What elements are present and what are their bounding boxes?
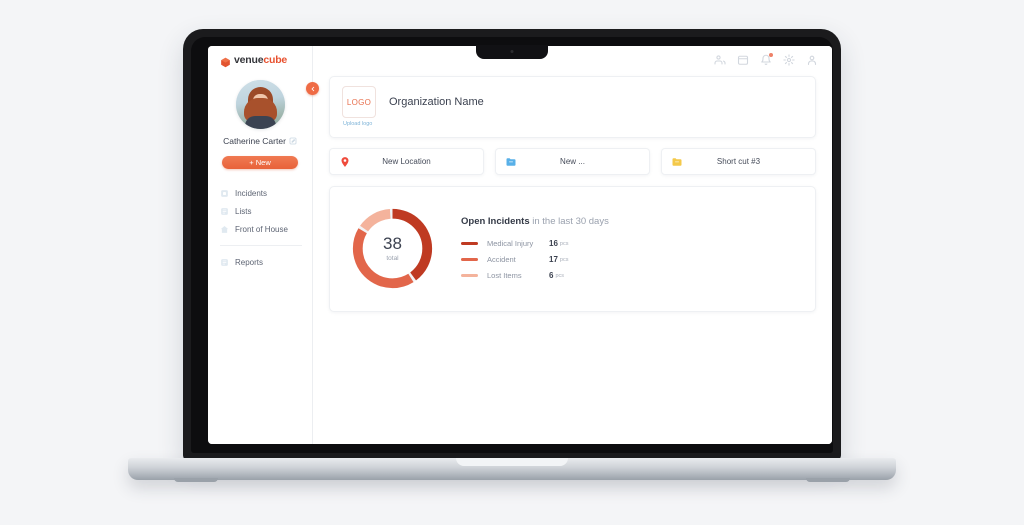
legend-label: Medical Injury: [487, 239, 534, 248]
sidebar-item-lists[interactable]: Lists: [220, 202, 312, 220]
user-name-row: Catherine Carter: [223, 136, 297, 146]
shortcut-label: New Location: [382, 157, 431, 166]
legend-label: Lost Items: [487, 271, 522, 280]
incidents-donut-chart: 38 total: [348, 204, 437, 293]
main-content: LOGO Upload logo Organization Name New L…: [313, 46, 832, 444]
donut-total-caption: total: [386, 255, 399, 262]
legend-row: Lost Items 6 pcs: [461, 268, 797, 284]
open-incidents-card: 38 total Open Incidents in the last 30 d…: [329, 186, 816, 312]
avatar[interactable]: [235, 80, 285, 129]
incidents-legend: Open Incidents in the last 30 days Medic…: [461, 214, 797, 284]
shortcut-3[interactable]: Short cut #3: [661, 148, 816, 175]
sidebar-nav: Incidents Lists Front of House Reports: [208, 184, 312, 271]
donut-center-label: 38 total: [348, 204, 437, 293]
laptop-screen: venuecube Catherine Carter + New Inciden…: [208, 46, 832, 444]
sidebar-item-front-of-house[interactable]: Front of House: [220, 220, 312, 238]
chart-title-bold: Open Incidents: [461, 215, 530, 227]
base-foot-left: [174, 478, 218, 482]
legend-unit: pcs: [559, 240, 569, 247]
sidebar-item-label: Front of House: [235, 224, 288, 234]
legend-unit: pcs: [559, 256, 569, 263]
sidebar-item-incidents[interactable]: Incidents: [220, 184, 312, 202]
legend-label: Accident: [487, 255, 516, 264]
sidebar-item-label: Incidents: [235, 188, 268, 198]
sidebar-item-label: Reports: [235, 257, 264, 267]
legend-swatch: [461, 241, 478, 246]
sidebar: venuecube Catherine Carter + New Inciden…: [208, 46, 319, 444]
legend-unit: pcs: [555, 272, 565, 279]
folder-icon: [505, 156, 517, 168]
shortcut-row: New Location New ... Short cut #3: [329, 148, 816, 175]
edit-pencil-icon[interactable]: [289, 137, 297, 145]
webcam-icon: [510, 50, 514, 53]
report-icon: [220, 258, 229, 267]
gear-icon[interactable]: [783, 54, 795, 66]
home-icon: [220, 225, 229, 234]
legend-row: Accident 17 pcs: [461, 252, 797, 268]
user-name: Catherine Carter: [223, 136, 286, 146]
users-icon[interactable]: [714, 54, 726, 66]
chevron-left-icon: [310, 86, 316, 92]
sidebar-item-label: Lists: [235, 206, 252, 216]
chart-title: Open Incidents in the last 30 days: [461, 216, 797, 227]
map-pin-icon: [339, 156, 351, 168]
laptop-base: [128, 458, 896, 482]
legend-row: Medical Injury 16 pcs: [461, 236, 797, 252]
bell-icon[interactable]: [760, 53, 773, 66]
shortcut-new-location[interactable]: New Location: [329, 148, 484, 175]
incidents-icon: [220, 189, 229, 198]
profile-icon[interactable]: [806, 54, 818, 66]
logo-upload-group: LOGO Upload logo: [342, 86, 376, 127]
legend-value: 16: [549, 239, 558, 248]
list-icon: [220, 207, 229, 216]
new-button[interactable]: + New: [222, 156, 298, 169]
app-window: venuecube Catherine Carter + New Inciden…: [208, 46, 832, 444]
shortcut-label: Short cut #3: [716, 157, 761, 166]
donut-total-value: 38: [383, 234, 402, 253]
laptop-notch: [476, 45, 548, 59]
folder-icon: [671, 156, 683, 168]
laptop-lid: venuecube Catherine Carter + New Inciden…: [183, 29, 841, 461]
base-foot-right: [806, 478, 850, 482]
logo-placeholder[interactable]: LOGO: [342, 86, 376, 118]
notification-badge: [769, 53, 773, 57]
organization-card: LOGO Upload logo Organization Name: [329, 76, 816, 138]
screenshot-stage: venuecube Catherine Carter + New Inciden…: [0, 0, 1024, 525]
chart-title-rest: in the last 30 days: [529, 215, 609, 227]
legend-value: 6: [549, 271, 554, 280]
legend-value: 17: [549, 255, 558, 264]
upload-logo-link[interactable]: Upload logo: [343, 121, 372, 127]
legend-swatch: [461, 257, 478, 262]
shortcut-label: New ...: [560, 157, 585, 166]
organization-name: Organization Name: [389, 96, 484, 108]
user-profile: Catherine Carter: [208, 80, 312, 146]
calendar-icon[interactable]: [737, 54, 749, 66]
sidebar-item-reports[interactable]: Reports: [220, 253, 312, 271]
sidebar-divider: [220, 245, 302, 246]
laptop-bezel: venuecube Catherine Carter + New Inciden…: [191, 37, 833, 453]
shortcut-new[interactable]: New ...: [495, 148, 650, 175]
base-notch: [456, 458, 568, 466]
sidebar-collapse-button[interactable]: [306, 82, 319, 95]
legend-swatch: [461, 273, 478, 278]
